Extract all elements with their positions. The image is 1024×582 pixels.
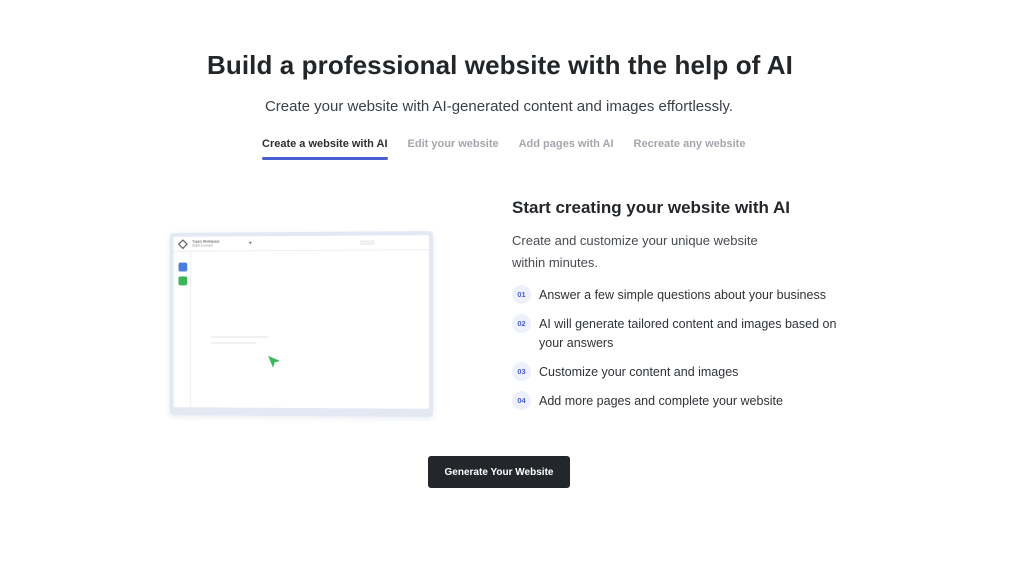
section-title: Start creating your website with AI bbox=[512, 198, 791, 217]
workspace-label: Tupe's Workspace Static Domain bbox=[192, 240, 219, 248]
tab-create-website[interactable]: Create a website with AI bbox=[262, 138, 388, 160]
workspace-logo-icon bbox=[178, 238, 188, 249]
workspace-sub: Static Domain bbox=[192, 243, 213, 248]
placeholder-line bbox=[210, 341, 257, 344]
step-number: 02 bbox=[512, 314, 531, 333]
page: Build a professional website with the he… bbox=[0, 0, 1024, 582]
tab-edit-website[interactable]: Edit your website bbox=[408, 138, 499, 158]
tab-recreate-website[interactable]: Recreate any website bbox=[634, 138, 746, 158]
preview-sidebar bbox=[173, 251, 192, 408]
pointer-arrow-icon bbox=[268, 356, 281, 369]
sidebar-blue-icon bbox=[178, 262, 188, 272]
step-number: 01 bbox=[512, 285, 531, 304]
step-text: Answer a few simple questions about your… bbox=[539, 288, 826, 302]
step-text: Customize your content and images bbox=[539, 365, 739, 379]
list-item: 02 AI will generate tailored content and… bbox=[512, 314, 872, 353]
feature-tabs: Create a website with AI Edit your websi… bbox=[262, 138, 746, 160]
step-number: 03 bbox=[512, 362, 531, 381]
chevron-down-icon: ▾ bbox=[249, 240, 252, 247]
section-description: Create and customize your unique website… bbox=[512, 233, 758, 270]
feature-description: Start creating your website with AI Crea… bbox=[512, 198, 872, 421]
sidebar-green-icon bbox=[178, 276, 188, 286]
generate-website-button[interactable]: Generate Your Website bbox=[428, 456, 570, 488]
preview-screen: Tupe's Workspace Static Domain ▾ bbox=[173, 235, 429, 409]
step-text: AI will generate tailored content and im… bbox=[539, 317, 837, 350]
preview-topbar: Tupe's Workspace Static Domain ▾ bbox=[173, 235, 429, 252]
list-item: 01 Answer a few simple questions about y… bbox=[512, 285, 872, 305]
list-item: 03 Customize your content and images bbox=[512, 362, 872, 382]
step-text: Add more pages and complete your website bbox=[539, 394, 783, 408]
placeholder-line bbox=[210, 335, 269, 338]
tab-add-pages[interactable]: Add pages with AI bbox=[519, 138, 614, 158]
list-item: 04 Add more pages and complete your webs… bbox=[512, 391, 872, 411]
preview-placeholder-text bbox=[210, 335, 270, 350]
page-subtitle: Create your website with AI-generated co… bbox=[264, 98, 734, 115]
step-number: 04 bbox=[512, 391, 531, 410]
steps-list: 01 Answer a few simple questions about y… bbox=[512, 285, 872, 411]
page-title: Build a professional website with the he… bbox=[206, 50, 793, 80]
website-preview-mockup: Tupe's Workspace Static Domain ▾ bbox=[169, 231, 434, 417]
